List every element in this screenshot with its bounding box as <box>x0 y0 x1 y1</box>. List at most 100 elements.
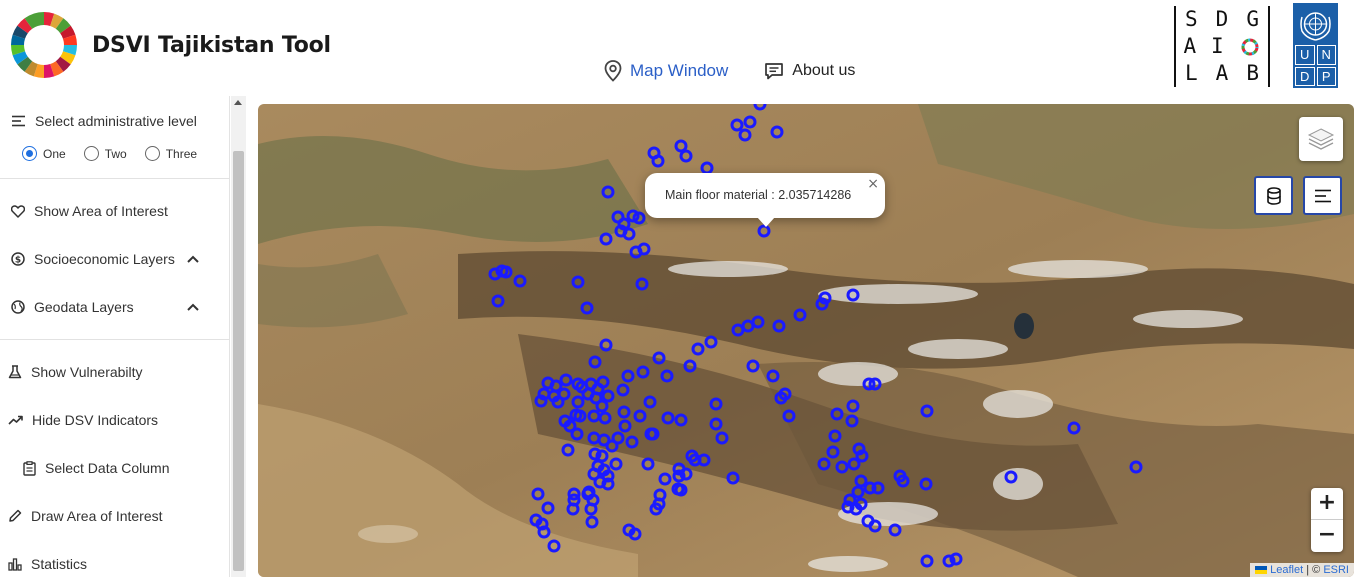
map-marker[interactable] <box>622 227 636 241</box>
map-marker[interactable] <box>743 115 757 129</box>
map-marker[interactable] <box>691 342 705 356</box>
map-marker[interactable] <box>598 411 612 425</box>
map-marker[interactable] <box>595 449 609 463</box>
map-marker[interactable] <box>618 419 632 433</box>
map-marker[interactable] <box>635 277 649 291</box>
map-marker[interactable] <box>651 154 665 168</box>
map-marker[interactable] <box>726 471 740 485</box>
map-marker[interactable] <box>637 242 651 256</box>
map-marker[interactable] <box>700 161 714 175</box>
map-marker[interactable] <box>636 365 650 379</box>
map-marker[interactable] <box>817 457 831 471</box>
map-marker[interactable] <box>854 474 868 488</box>
map-marker[interactable] <box>826 445 840 459</box>
map-marker[interactable] <box>547 539 561 553</box>
popup-close-button[interactable]: × <box>867 176 879 192</box>
map-marker[interactable] <box>835 460 849 474</box>
radio-dot[interactable] <box>144 146 160 161</box>
map-marker[interactable] <box>709 417 723 431</box>
map-marker[interactable] <box>541 501 555 515</box>
map-marker[interactable] <box>683 359 697 373</box>
radio-level-one[interactable]: One <box>22 146 66 161</box>
map-marker[interactable] <box>534 394 548 408</box>
map-marker[interactable] <box>491 294 505 308</box>
map-marker[interactable] <box>587 409 601 423</box>
radio-dot[interactable] <box>83 146 99 161</box>
map-view[interactable]: Main floor material : 2.035714286 × + − … <box>258 104 1354 577</box>
map-marker[interactable] <box>621 369 635 383</box>
map-marker[interactable] <box>830 407 844 421</box>
sidebar-item-hide-dsv[interactable]: Hide DSV Indicators <box>0 412 230 428</box>
map-marker[interactable] <box>1129 460 1143 474</box>
sidebar-item-show-vulnerability[interactable]: Show Vulnerabilty <box>0 364 230 380</box>
map-marker[interactable] <box>580 301 594 315</box>
map-marker[interactable] <box>753 104 767 111</box>
map-marker[interactable] <box>757 224 771 238</box>
scroll-thumb[interactable] <box>233 151 244 571</box>
map-marker[interactable] <box>585 515 599 529</box>
map-marker[interactable] <box>782 409 796 423</box>
map-marker[interactable] <box>551 395 565 409</box>
sidebar-item-select-column[interactable]: Select Data Column <box>0 460 230 476</box>
sidebar-item-socioeconomic[interactable]: $ Socioeconomic Layers <box>0 251 230 267</box>
map-marker[interactable] <box>599 232 613 246</box>
map-marker[interactable] <box>658 472 672 486</box>
map-marker[interactable] <box>843 493 857 507</box>
map-marker[interactable] <box>643 395 657 409</box>
map-marker[interactable] <box>704 335 718 349</box>
sidebar-item-draw-area[interactable]: Draw Area of Interest <box>0 508 230 524</box>
map-marker[interactable] <box>537 525 551 539</box>
sidebar-item-show-area[interactable]: Show Area of Interest <box>0 203 230 219</box>
nav-about-us[interactable]: About us <box>764 62 855 80</box>
nav-map-window[interactable]: Map Window <box>604 60 728 82</box>
map-marker[interactable] <box>625 435 639 449</box>
sidebar-item-statistics[interactable]: Statistics <box>0 556 230 572</box>
map-marker[interactable] <box>868 519 882 533</box>
map-marker[interactable] <box>531 487 545 501</box>
sidebar-scrollbar[interactable] <box>231 96 246 577</box>
map-marker[interactable] <box>920 404 934 418</box>
map-marker[interactable] <box>571 275 585 289</box>
map-marker[interactable] <box>513 274 527 288</box>
map-marker[interactable] <box>766 369 780 383</box>
map-marker[interactable] <box>561 443 575 457</box>
map-marker[interactable] <box>641 457 655 471</box>
map-marker[interactable] <box>855 449 869 463</box>
map-marker[interactable] <box>566 502 580 516</box>
map-marker[interactable] <box>652 351 666 365</box>
legend-toggle-button[interactable] <box>1303 176 1342 215</box>
map-marker[interactable] <box>1004 470 1018 484</box>
esri-link[interactable]: ESRI <box>1323 564 1349 576</box>
map-marker[interactable] <box>609 457 623 471</box>
map-marker[interactable] <box>601 185 615 199</box>
map-marker[interactable] <box>919 477 933 491</box>
map-marker[interactable] <box>617 405 631 419</box>
map-marker[interactable] <box>599 338 613 352</box>
map-marker[interactable] <box>846 288 860 302</box>
map-marker[interactable] <box>672 469 686 483</box>
map-marker[interactable] <box>674 483 688 497</box>
map-marker[interactable] <box>559 373 573 387</box>
map-marker[interactable] <box>674 139 688 153</box>
map-marker[interactable] <box>815 297 829 311</box>
map-marker[interactable] <box>587 431 601 445</box>
radio-level-two[interactable]: Two <box>83 146 127 161</box>
map-marker[interactable] <box>660 369 674 383</box>
map-marker[interactable] <box>751 315 765 329</box>
map-marker[interactable] <box>674 413 688 427</box>
map-marker[interactable] <box>730 118 744 132</box>
map-marker[interactable] <box>731 323 745 337</box>
map-marker[interactable] <box>601 389 615 403</box>
map-marker[interactable] <box>633 409 647 423</box>
map-marker[interactable] <box>772 319 786 333</box>
map-marker[interactable] <box>697 453 711 467</box>
map-marker[interactable] <box>715 431 729 445</box>
map-marker[interactable] <box>595 399 609 413</box>
map-marker[interactable] <box>661 411 675 425</box>
database-button[interactable] <box>1254 176 1293 215</box>
map-marker[interactable] <box>746 359 760 373</box>
map-marker[interactable] <box>828 429 842 443</box>
map-marker[interactable] <box>770 125 784 139</box>
map-marker[interactable] <box>588 355 602 369</box>
radio-dot[interactable] <box>22 146 37 161</box>
